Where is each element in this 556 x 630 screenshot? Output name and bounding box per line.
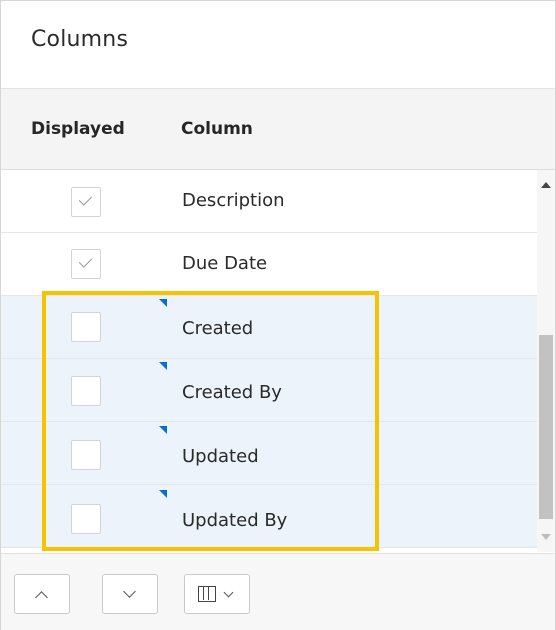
chevron-down-icon [123,585,136,598]
displayed-checkbox[interactable] [71,187,101,217]
displayed-header: Displayed [31,119,125,139]
modified-flag-icon [159,490,167,498]
scroll-down-icon[interactable] [541,534,551,540]
list-item[interactable]: Updated [1,422,537,485]
columns-icon [198,586,216,602]
list-item[interactable]: Due Date [1,233,537,296]
column-name: Due Date [182,253,268,274]
displayed-checkbox[interactable] [71,376,101,406]
dialog-header: Columns [1,1,555,89]
column-name: Created By [182,382,282,403]
modified-flag-icon [159,299,167,307]
column-name: Updated By [182,510,288,531]
list-item[interactable]: Description [1,170,537,233]
chevron-down-icon [223,587,234,598]
check-icon [78,254,93,268]
check-icon [78,192,93,206]
dialog-title: Columns [31,27,129,52]
displayed-checkbox[interactable] [71,312,101,342]
chevron-up-icon [35,591,48,604]
modified-flag-icon [159,426,167,434]
list-item[interactable]: Created By [1,359,537,422]
vertical-scrollbar[interactable] [537,170,555,552]
modified-flag-icon [159,362,167,370]
columns-dialog: Columns Displayed Column Description Due… [0,0,556,630]
column-name: Updated [182,446,259,467]
column-name: Created [182,318,254,339]
list-item[interactable]: Updated By [1,485,537,548]
column-headers: Displayed Column [1,89,555,170]
displayed-checkbox[interactable] [71,440,101,470]
dialog-footer [1,553,555,630]
scroll-up-icon[interactable] [541,182,551,188]
columns-menu-button[interactable] [184,574,250,614]
column-name: Description [182,190,285,211]
scroll-thumb[interactable] [539,335,553,519]
list-item[interactable]: Created [1,296,537,359]
displayed-checkbox[interactable] [71,249,101,279]
displayed-checkbox[interactable] [71,504,101,534]
move-up-button[interactable] [14,574,70,614]
columns-list: Description Due Date Created Created By … [1,170,537,552]
column-header: Column [181,119,253,139]
move-down-button[interactable] [102,574,158,614]
